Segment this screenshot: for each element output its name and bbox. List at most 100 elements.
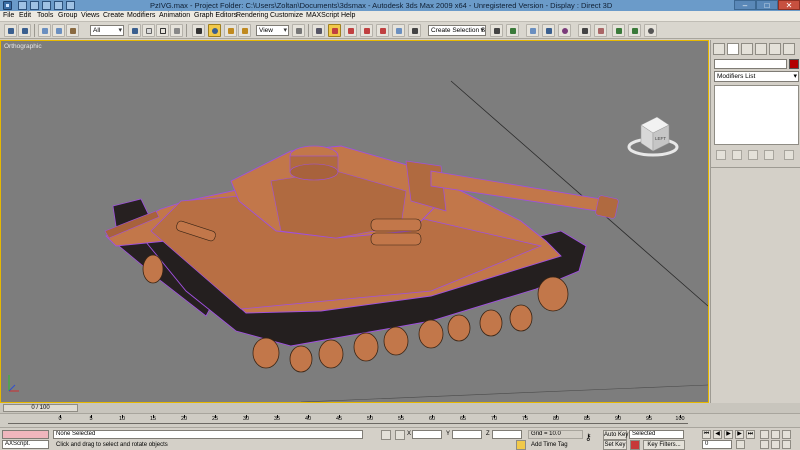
angle-snap-icon[interactable] xyxy=(344,24,357,37)
show-end-result-icon[interactable] xyxy=(732,150,742,160)
percent-snap-icon[interactable] xyxy=(360,24,373,37)
reference-coordinate-dropdown[interactable]: View xyxy=(256,25,289,36)
maxscript-label[interactable]: AXScript. xyxy=(2,440,49,449)
rendered-frame-window-icon[interactable] xyxy=(594,24,607,37)
viewcube-icon[interactable]: LEFT xyxy=(627,111,679,161)
play-icon[interactable]: ▶ xyxy=(724,430,733,439)
render-teapot-icon[interactable] xyxy=(644,24,657,37)
configure-modifier-sets-icon[interactable] xyxy=(784,150,794,160)
unlink-selection-icon[interactable] xyxy=(52,24,65,37)
select-and-scale-icon[interactable] xyxy=(224,24,237,37)
menu-group[interactable]: Group xyxy=(58,12,77,19)
motion-tab-icon[interactable] xyxy=(755,43,767,55)
y-coordinate-field[interactable] xyxy=(452,430,482,439)
key-filters-button[interactable]: Key Filters... xyxy=(643,440,685,450)
select-by-name-icon[interactable] xyxy=(142,24,155,37)
absolute-mode-icon[interactable] xyxy=(395,430,405,440)
remove-modifier-icon[interactable] xyxy=(764,150,774,160)
menu-graph-editors[interactable]: Graph Editors xyxy=(194,12,237,19)
mirror-icon[interactable] xyxy=(408,24,421,37)
tank-model[interactable] xyxy=(1,41,708,402)
menu-create[interactable]: Create xyxy=(103,12,124,19)
time-tag-icon[interactable] xyxy=(516,440,526,450)
open-file-icon[interactable] xyxy=(30,1,39,10)
auto-key-button[interactable]: Auto Key xyxy=(603,430,628,440)
close-button[interactable]: ✕ xyxy=(778,0,800,10)
orbit-icon[interactable] xyxy=(782,440,791,449)
minimize-button[interactable]: – xyxy=(734,0,756,10)
track-bar[interactable]: 0 5 10 15 20 25 30 35 40 45 50 55 60 65 70 75 80 85 90 95 10… xyxy=(0,413,800,427)
render-setup-icon[interactable] xyxy=(578,24,591,37)
object-color-swatch[interactable] xyxy=(789,59,799,69)
menu-views[interactable]: Views xyxy=(81,12,100,19)
make-unique-icon[interactable] xyxy=(748,150,758,160)
new-file-icon[interactable] xyxy=(18,1,27,10)
menu-tools[interactable]: Tools xyxy=(37,12,53,19)
display-tab-icon[interactable] xyxy=(769,43,781,55)
spinner-snap-icon[interactable] xyxy=(376,24,389,37)
orthographic-viewport[interactable]: Orthographic LEFT xyxy=(0,40,709,403)
set-key-icon[interactable] xyxy=(630,440,640,450)
utilities-tab-icon[interactable] xyxy=(783,43,795,55)
maxscript-listener-mini[interactable] xyxy=(2,430,49,439)
key-icon[interactable]: ⚷ xyxy=(585,432,592,443)
align-icon[interactable] xyxy=(490,24,503,37)
z-coordinate-field[interactable] xyxy=(492,430,522,439)
current-frame-field[interactable]: 0 xyxy=(702,440,732,449)
pan-view-icon[interactable] xyxy=(771,440,780,449)
rectangular-selection-icon[interactable] xyxy=(156,24,169,37)
menu-modifiers[interactable]: Modifiers xyxy=(127,12,155,19)
modifier-stack[interactable] xyxy=(714,85,799,145)
undo-icon[interactable] xyxy=(4,24,17,37)
select-and-move-icon[interactable] xyxy=(192,24,205,37)
next-frame-icon[interactable]: ▶ xyxy=(735,430,744,439)
add-time-tag[interactable]: Add Time Tag xyxy=(531,442,568,448)
time-slider[interactable]: 0 / 100 xyxy=(3,404,78,412)
curve-editor-icon[interactable] xyxy=(526,24,539,37)
menu-edit[interactable]: Edit xyxy=(19,12,31,19)
schematic-view-icon[interactable] xyxy=(542,24,555,37)
menu-help[interactable]: Help xyxy=(341,12,355,19)
scale-flyout-icon[interactable] xyxy=(238,24,251,37)
edit-named-selection-icon[interactable] xyxy=(392,24,405,37)
go-to-end-icon[interactable]: ⏭ xyxy=(746,430,755,439)
named-selection-sets-dropdown[interactable]: Create Selection Set xyxy=(428,25,486,36)
x-coordinate-field[interactable] xyxy=(412,430,442,439)
menu-maxscript[interactable]: MAXScript xyxy=(306,12,339,19)
snaps-toggle-icon[interactable] xyxy=(328,24,341,37)
window-crossing-icon[interactable] xyxy=(170,24,183,37)
menu-animation[interactable]: Animation xyxy=(159,12,190,19)
menu-file[interactable]: File xyxy=(3,12,14,19)
save-file-icon[interactable] xyxy=(42,1,51,10)
bind-space-warp-icon[interactable] xyxy=(66,24,79,37)
modifier-list-dropdown[interactable]: Modifiers List xyxy=(714,71,799,82)
create-tab-icon[interactable] xyxy=(713,43,725,55)
object-name-field[interactable] xyxy=(714,59,787,69)
modify-tab-icon[interactable] xyxy=(727,43,739,55)
go-to-start-icon[interactable]: ⏮ xyxy=(702,430,711,439)
zoom-all-icon[interactable] xyxy=(771,430,780,439)
zoom-extents-icon[interactable] xyxy=(782,430,791,439)
previous-frame-icon[interactable]: ◀ xyxy=(713,430,722,439)
use-pivot-center-icon[interactable] xyxy=(292,24,305,37)
render-production-icon[interactable] xyxy=(612,24,625,37)
select-and-manipulate-icon[interactable] xyxy=(312,24,325,37)
lock-selection-icon[interactable] xyxy=(381,430,391,440)
pin-stack-icon[interactable] xyxy=(716,150,726,160)
render-activeshade-icon[interactable] xyxy=(628,24,641,37)
menu-rendering[interactable]: Rendering xyxy=(236,12,268,19)
redo-icon[interactable] xyxy=(18,24,31,37)
selection-filter-dropdown[interactable]: All xyxy=(90,25,124,36)
key-mode-dropdown[interactable]: Selected xyxy=(629,430,684,439)
app-icon[interactable] xyxy=(3,1,12,10)
viewport-label[interactable]: Orthographic xyxy=(4,43,42,50)
select-and-link-icon[interactable] xyxy=(38,24,51,37)
time-configuration-icon[interactable] xyxy=(736,440,745,449)
material-editor-icon[interactable] xyxy=(558,24,571,37)
maximize-button[interactable]: □ xyxy=(756,0,778,10)
hierarchy-tab-icon[interactable] xyxy=(741,43,753,55)
menu-customize[interactable]: Customize xyxy=(270,12,303,19)
select-object-icon[interactable] xyxy=(128,24,141,37)
field-of-view-icon[interactable] xyxy=(760,440,769,449)
layer-manager-icon[interactable] xyxy=(506,24,519,37)
